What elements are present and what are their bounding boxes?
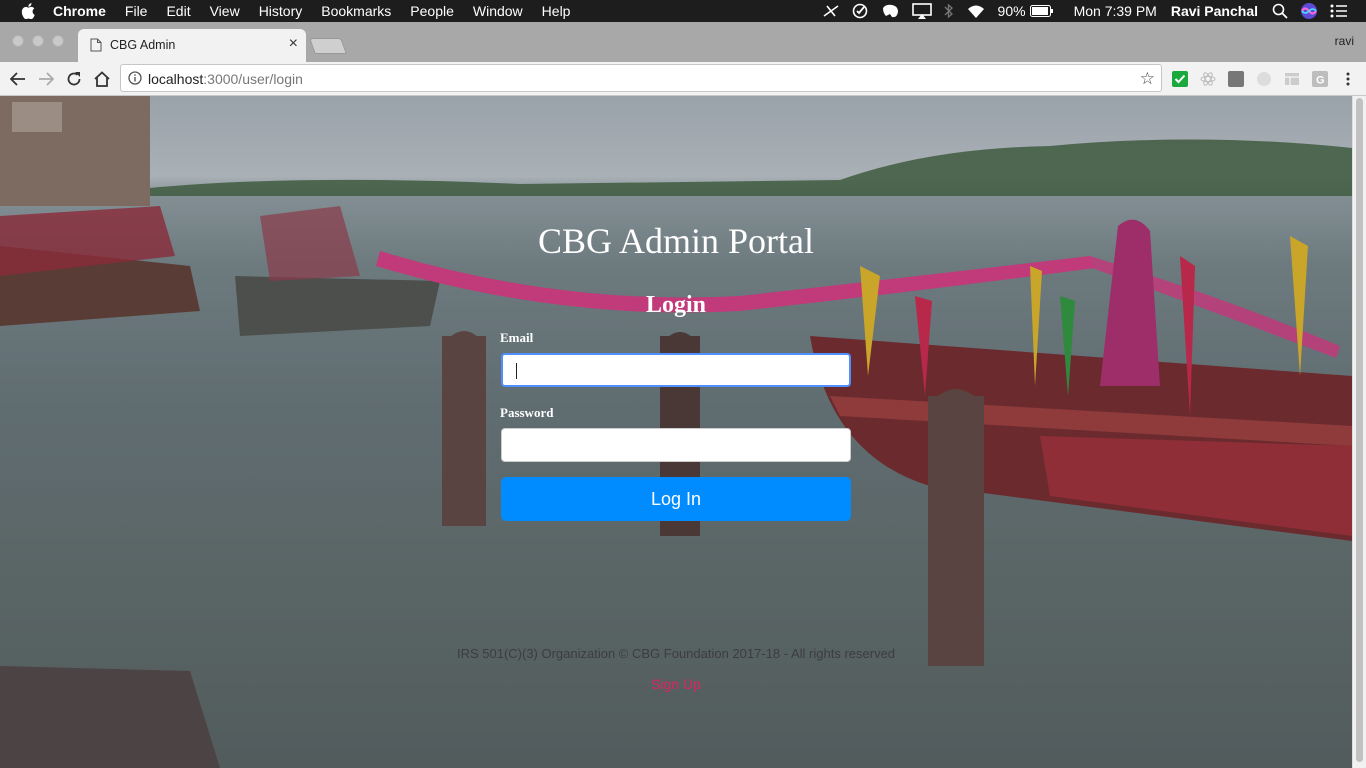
menu-help[interactable]: Help (542, 3, 571, 19)
signup-link[interactable]: Sign Up (0, 676, 1352, 692)
signup-link-label[interactable]: Sign Up (651, 676, 701, 692)
siri-icon[interactable] (1300, 2, 1318, 20)
tools-icon[interactable] (822, 4, 840, 18)
extension-globe-icon[interactable] (1256, 71, 1272, 87)
tab-title: CBG Admin (110, 38, 176, 52)
info-icon[interactable] (128, 71, 142, 85)
url-host: localhost (148, 71, 204, 87)
tab-cbg-admin[interactable]: CBG Admin × (78, 29, 306, 62)
text-caret (516, 363, 517, 379)
menu-window[interactable]: Window (473, 3, 523, 19)
extension-pocket-icon[interactable] (1228, 71, 1244, 87)
apple-icon[interactable] (21, 3, 35, 19)
email-field[interactable] (501, 353, 851, 387)
password-label: Password (500, 405, 554, 420)
spotlight-search-icon[interactable] (1272, 3, 1288, 19)
forward-icon[interactable] (36, 69, 56, 89)
back-icon[interactable] (8, 69, 28, 89)
clock[interactable]: Mon 7:39 PM (1074, 3, 1157, 19)
password-field[interactable] (501, 428, 851, 462)
site-title: CBG Admin Portal (537, 221, 815, 261)
bookmark-star-icon[interactable]: ☆ (1140, 69, 1155, 89)
evernote-icon[interactable] (880, 3, 900, 19)
checkmark-circle-icon[interactable] (852, 3, 868, 19)
menu-history[interactable]: History (259, 3, 303, 19)
extension-g-icon[interactable]: G (1312, 71, 1328, 87)
address-bar[interactable]: localhost:3000/user/login ☆ (120, 64, 1162, 92)
battery-percent: 90% (997, 3, 1026, 19)
menu-bookmarks[interactable]: Bookmarks (321, 3, 391, 19)
window-close-button[interactable] (12, 35, 24, 47)
browser-toolbar: localhost:3000/user/login ☆ G (0, 62, 1366, 96)
menu-view[interactable]: View (210, 3, 240, 19)
new-tab-button[interactable] (309, 38, 347, 54)
battery-icon[interactable] (1029, 5, 1054, 17)
menu-edit[interactable]: Edit (166, 3, 190, 19)
document-icon (90, 38, 102, 52)
page-viewport: CBG Admin Portal Login Email Password Lo… (0, 96, 1352, 768)
menu-app-chrome[interactable]: Chrome (53, 3, 106, 19)
wifi-icon[interactable] (966, 4, 986, 19)
reload-icon[interactable] (64, 69, 84, 89)
tab-close-icon[interactable]: × (289, 35, 298, 53)
vertical-scrollbar[interactable] (1352, 96, 1366, 768)
extension-table-icon[interactable] (1284, 71, 1300, 87)
login-heading: Login (645, 292, 707, 318)
extension-react-icon[interactable] (1200, 71, 1216, 87)
airplay-icon[interactable] (911, 3, 932, 19)
url-path: :3000/user/login (203, 71, 303, 87)
browser-tab-strip: CBG Admin × ravi (0, 22, 1366, 62)
login-button[interactable]: Log In (501, 477, 851, 521)
user-name[interactable]: Ravi Panchal (1171, 3, 1258, 19)
url-text: localhost:3000/user/login (148, 71, 303, 87)
home-icon[interactable] (92, 69, 112, 89)
menu-file[interactable]: File (125, 3, 148, 19)
extension-check-icon[interactable] (1172, 71, 1188, 87)
window-zoom-button[interactable] (52, 35, 64, 47)
macos-menu-bar: Chrome File Edit View History Bookmarks … (0, 0, 1366, 22)
profile-name[interactable]: ravi (1335, 34, 1354, 48)
window-minimize-button[interactable] (32, 35, 44, 47)
scrollbar-thumb[interactable] (1356, 98, 1363, 762)
svg-text:G: G (1316, 75, 1325, 87)
menu-people[interactable]: People (410, 3, 454, 19)
footer-copyright: IRS 501(C)(3) Organization © CBG Foundat… (456, 646, 896, 661)
notification-center-icon[interactable] (1330, 4, 1348, 18)
chrome-menu-icon[interactable] (1338, 69, 1358, 89)
email-label: Email (500, 330, 534, 345)
bluetooth-icon[interactable] (944, 3, 954, 19)
